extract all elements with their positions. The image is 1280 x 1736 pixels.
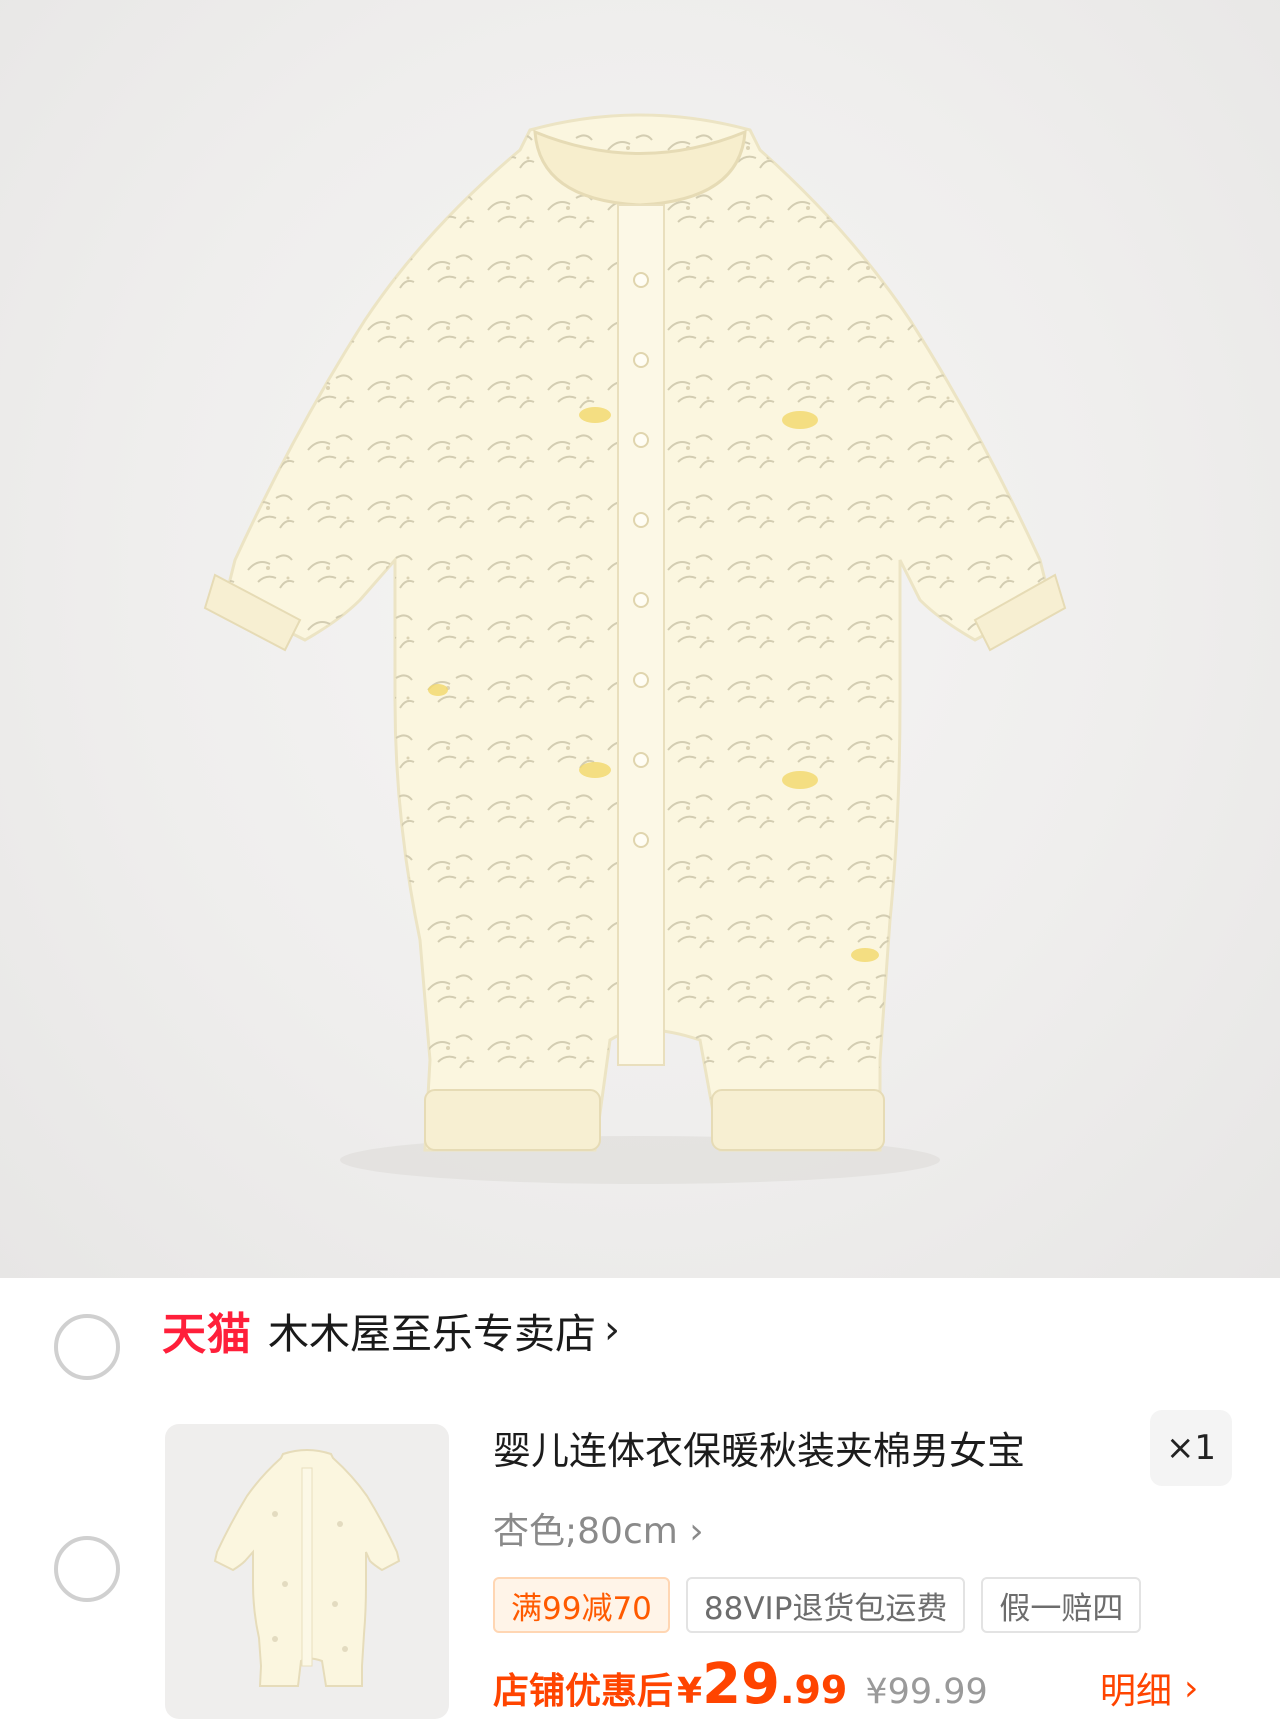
- store-header[interactable]: 天猫 木木屋至乐专卖店 ›: [162, 1290, 620, 1370]
- chevron-right-icon: ›: [604, 1307, 620, 1353]
- item-title[interactable]: 婴儿连体衣保暖秋装夹棉男女宝: [493, 1420, 1025, 1475]
- chevron-right-icon: ›: [1184, 1667, 1199, 1709]
- quantity-badge[interactable]: ×1: [1150, 1410, 1232, 1486]
- detail-label: 明细: [1100, 1671, 1173, 1712]
- price-label: 店铺优惠后: [493, 1671, 674, 1712]
- original-price: ¥99.99: [865, 1672, 988, 1712]
- price-integer: 29: [702, 1652, 781, 1717]
- product-hero-image: [0, 0, 1280, 1278]
- tag-guarantee: 假一赔四: [981, 1577, 1142, 1633]
- romper-thumbnail-icon: [213, 1449, 401, 1687]
- price-detail-button[interactable]: 明细 ›: [1100, 1662, 1198, 1714]
- tag-free-return: 88VIP退货包运费: [685, 1577, 966, 1633]
- promo-tags: 满99减70 88VIP退货包运费 假一赔四: [493, 1577, 1142, 1633]
- item-thumbnail[interactable]: [165, 1424, 449, 1719]
- price-row: 店铺优惠后 ¥ 29 .99 ¥99.99: [493, 1652, 988, 1717]
- tmall-logo: 天猫: [162, 1309, 252, 1360]
- price-decimal: .99: [780, 1668, 848, 1712]
- store-select-radio[interactable]: [54, 1314, 120, 1380]
- tag-discount: 满99减70: [493, 1577, 670, 1633]
- romper-illustration: [203, 113, 1067, 1184]
- item-select-radio[interactable]: [54, 1536, 120, 1602]
- store-name[interactable]: 木木屋至乐专卖店: [268, 1300, 596, 1360]
- item-spec-selector[interactable]: 杏色;80cm ›: [493, 1502, 704, 1554]
- currency-symbol: ¥: [677, 1671, 703, 1712]
